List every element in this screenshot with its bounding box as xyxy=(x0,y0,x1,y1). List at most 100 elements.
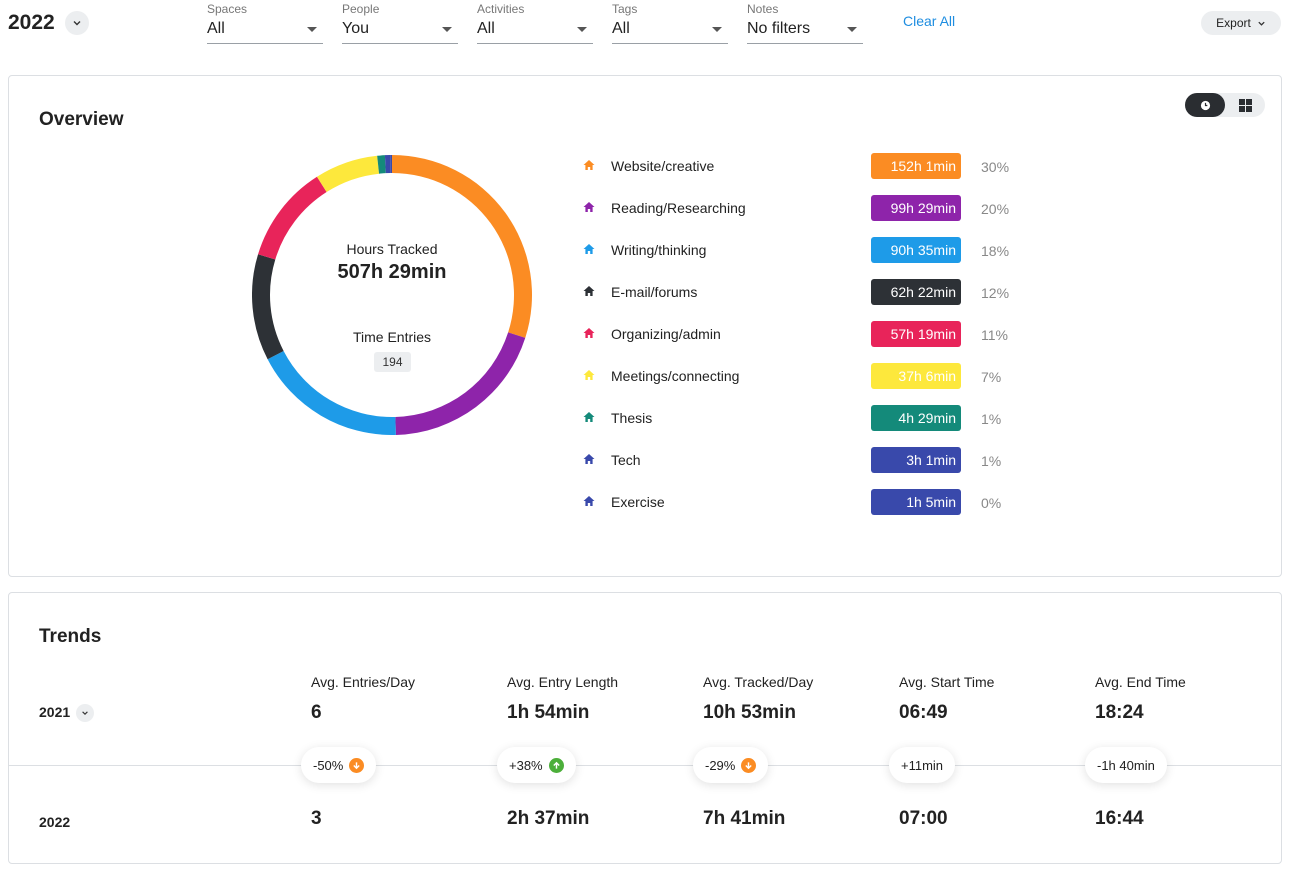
donut-slice-meetings-connecting[interactable] xyxy=(316,155,380,193)
compare-year-dropdown[interactable] xyxy=(76,704,94,722)
year-dropdown-button[interactable] xyxy=(65,11,89,35)
grid-view-button[interactable] xyxy=(1225,93,1265,117)
trend-value-current: 16:44 xyxy=(1095,808,1144,829)
home-icon xyxy=(583,244,595,254)
legend-percent: 12% xyxy=(981,285,1010,301)
trend-value-current: 2h 37min xyxy=(507,808,590,829)
trend-metric-label: Avg. Entries/Day xyxy=(311,674,416,690)
chevron-down-icon xyxy=(82,711,88,715)
caret-down-icon xyxy=(712,27,722,32)
year-title: 2022 xyxy=(8,11,55,34)
legend-item[interactable]: Reading/Researching 99h 29min 20% xyxy=(579,195,1039,223)
legend-item[interactable]: Organizing/admin 57h 19min 11% xyxy=(579,321,1039,349)
trend-delta-value: -50% xyxy=(313,757,344,773)
trend-metric-label: Avg. Entry Length xyxy=(507,674,619,690)
legend-time-badge: 99h 29min xyxy=(871,195,961,221)
chevron-down-icon xyxy=(1258,21,1265,26)
export-button[interactable]: Export xyxy=(1201,11,1281,35)
filter-label: Activities xyxy=(477,2,525,16)
filter-value: All xyxy=(612,20,630,37)
legend-time-badge: 4h 29min xyxy=(871,405,961,431)
donut-svg xyxy=(252,155,532,435)
legend-item[interactable]: Writing/thinking 90h 35min 18% xyxy=(579,237,1039,265)
donut-slice-tech[interactable] xyxy=(384,155,391,174)
legend-name: Thesis xyxy=(611,410,653,426)
legend-time-badge: 62h 22min xyxy=(871,279,961,305)
trend-delta-pill: -50% xyxy=(301,747,377,783)
donut-slice-exercise[interactable] xyxy=(390,155,392,174)
trend-delta-pill: +11min xyxy=(889,747,956,783)
filter-spaces[interactable]: Spaces All xyxy=(207,2,323,44)
arrow-up-icon xyxy=(548,757,564,773)
filter-value: No filters xyxy=(747,20,811,37)
trend-metric-label: Avg. Start Time xyxy=(899,674,995,690)
legend-time-badge: 90h 35min xyxy=(871,237,961,263)
arrow-down-icon xyxy=(741,757,757,773)
home-icon xyxy=(583,496,595,506)
legend-name: Meetings/connecting xyxy=(611,368,740,384)
trend-value-current: 7h 41min xyxy=(703,808,786,829)
legend-name: Exercise xyxy=(611,494,665,510)
legend-item[interactable]: Website/creative 152h 1min 30% xyxy=(579,153,1039,181)
legend-percent: 18% xyxy=(981,243,1010,259)
trend-value-previous: 6 xyxy=(311,702,322,723)
caret-down-icon xyxy=(442,27,452,32)
filter-label: Notes xyxy=(747,2,779,16)
legend-name: Website/creative xyxy=(611,158,715,174)
legend-percent: 30% xyxy=(981,159,1010,175)
trend-delta-value: -1h 40min xyxy=(1097,757,1155,773)
home-icon xyxy=(583,328,595,338)
overview-title: Overview xyxy=(39,109,124,130)
caret-down-icon xyxy=(577,27,587,32)
time-entries-label: Time Entries xyxy=(352,329,432,345)
filter-tags[interactable]: Tags All xyxy=(612,2,728,44)
trend-value-previous: 18:24 xyxy=(1095,702,1144,723)
caret-down-icon xyxy=(847,27,857,32)
legend-item[interactable]: Meetings/connecting 37h 6min 7% xyxy=(579,363,1039,391)
legend-name: E-mail/forums xyxy=(611,284,698,300)
legend-name: Organizing/admin xyxy=(611,326,721,342)
filter-value: All xyxy=(477,20,495,37)
filter-label: People xyxy=(342,2,380,16)
donut-slice-reading-researching[interactable] xyxy=(395,332,526,435)
legend-percent: 1% xyxy=(981,411,1002,427)
trend-value-current: 3 xyxy=(311,808,322,829)
filter-label: Tags xyxy=(612,2,638,16)
legend-time-badge: 1h 5min xyxy=(871,489,961,515)
legend-name: Reading/Researching xyxy=(611,200,746,216)
trend-delta-value: +11min xyxy=(901,757,944,773)
legend-time-badge: 3h 1min xyxy=(871,447,961,473)
legend-item[interactable]: Tech 3h 1min 1% xyxy=(579,447,1039,475)
legend-time-badge: 57h 19min xyxy=(871,321,961,347)
home-icon xyxy=(583,160,595,170)
donut-view-button[interactable] xyxy=(1185,93,1225,117)
legend-name: Writing/thinking xyxy=(611,242,707,258)
legend-percent: 7% xyxy=(981,369,1002,385)
trend-value-previous: 06:49 xyxy=(899,702,948,723)
filter-label: Spaces xyxy=(207,2,248,16)
clock-icon xyxy=(1200,100,1210,110)
trend-delta-pill: -29% xyxy=(693,747,769,783)
clear-all-link[interactable]: Clear All xyxy=(903,13,955,29)
legend-percent: 1% xyxy=(981,453,1002,469)
legend-item[interactable]: Exercise 1h 5min 0% xyxy=(579,489,1039,517)
trend-delta-value: +38% xyxy=(509,757,543,773)
top-bar: 2022 Spaces All People You Activities Al… xyxy=(0,0,1296,60)
hours-tracked-label: Hours Tracked xyxy=(346,241,438,257)
legend-item[interactable]: E-mail/forums 62h 22min 12% xyxy=(579,279,1039,307)
trends-title: Trends xyxy=(39,626,102,647)
legend-time-badge: 37h 6min xyxy=(871,363,961,389)
home-icon xyxy=(583,370,595,380)
legend-time-badge: 152h 1min xyxy=(871,153,961,179)
current-year-label: 2022 xyxy=(39,814,71,830)
filter-people[interactable]: People You xyxy=(342,2,458,44)
legend-item[interactable]: Thesis 4h 29min 1% xyxy=(579,405,1039,433)
caret-down-icon xyxy=(307,27,317,32)
filter-notes[interactable]: Notes No filters xyxy=(747,2,863,44)
legend-percent: 20% xyxy=(981,201,1010,217)
view-toggle xyxy=(1185,93,1265,117)
grid-icon xyxy=(1238,98,1252,112)
trend-delta-pill: -1h 40min xyxy=(1085,747,1167,783)
filter-activities[interactable]: Activities All xyxy=(477,2,593,44)
legend-percent: 11% xyxy=(981,327,1008,343)
